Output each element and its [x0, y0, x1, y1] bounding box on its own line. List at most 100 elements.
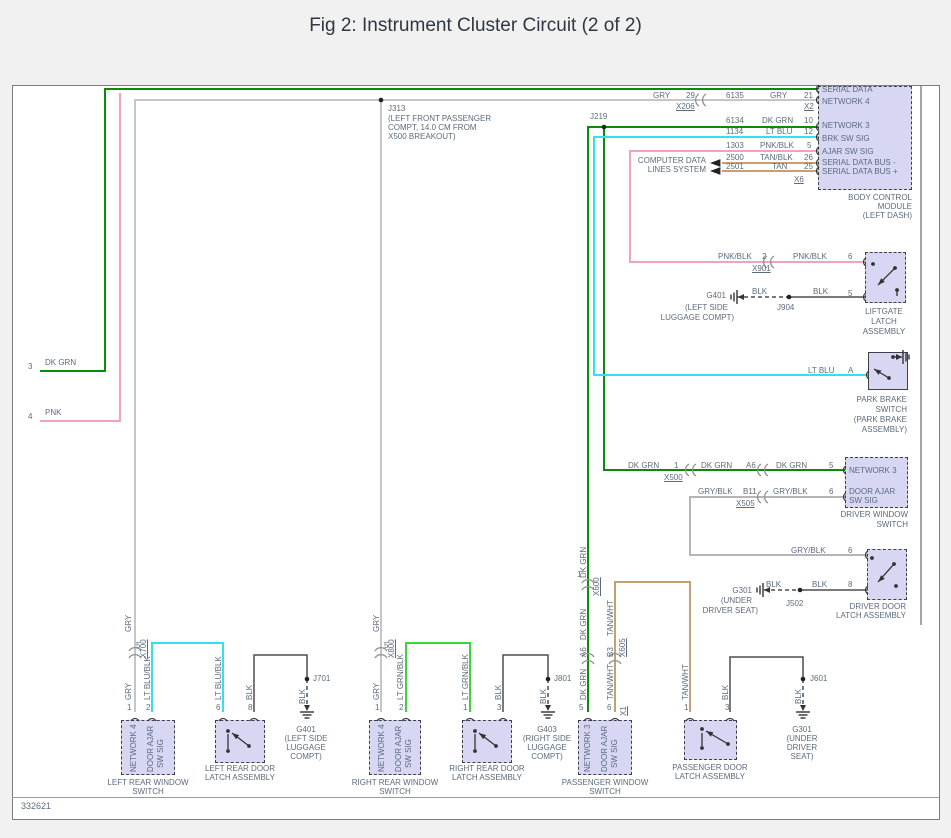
text-pnk-blk: PNK/BLK: [793, 252, 827, 261]
liftgate-latch-label: LIFTGATE: [809, 307, 951, 316]
text-21: 21: [804, 91, 813, 100]
pin-cup-25: [726, 719, 734, 721]
pws-pin-network-3: NETWORK 3: [583, 724, 592, 772]
text-a6: A6: [579, 647, 588, 657]
computer-data-arrow-1: [710, 159, 720, 167]
junction-j701-label: J701: [313, 674, 330, 683]
text-blk: BLK: [298, 689, 307, 704]
text-x800: X800: [387, 639, 396, 658]
text-sw-sig: SW SIG: [156, 739, 165, 768]
text-switch: SWITCH: [757, 405, 907, 414]
text-lt-blu-blk: LT BLU/BLK: [143, 656, 152, 700]
text-gry: GRY: [372, 615, 381, 632]
liftgate-latch-switch-contact-dot: [893, 266, 897, 270]
text-8: 8: [848, 580, 852, 589]
text-lt-blu-blk: LT BLU/BLK: [214, 656, 223, 700]
text-x500-breakout: X500 BREAKOUT): [388, 132, 456, 141]
text-module: MODULE: [762, 202, 912, 211]
text-b11: B11: [743, 487, 757, 496]
text-luggage-compt: LUGGAGE COMPT): [584, 313, 734, 322]
text-lines-system: LINES SYSTEM: [556, 165, 706, 174]
text-compt-14-0-cm-from: COMPT, 14.0 CM FROM: [388, 123, 476, 132]
text-blk: BLK: [752, 287, 767, 296]
text-dk-grn: DK GRN: [776, 461, 807, 470]
passenger-latch-switch: [700, 727, 730, 750]
driver-door-latch-switch: [870, 556, 898, 588]
text-2: 2: [762, 252, 766, 261]
text-dk-grn: DK GRN: [628, 461, 659, 470]
junction-j313-dot: [379, 98, 384, 103]
lrws-pin-network-4: NETWORK 4: [129, 724, 138, 772]
text-8: 8: [248, 703, 252, 712]
bcm-pin-network-4: NETWORK 4: [822, 97, 870, 106]
text-5: 5: [579, 703, 583, 712]
left-rear-door-latch-label: LEFT REAR DOOR: [165, 764, 315, 773]
text-lt-blu: LT BLU: [766, 127, 792, 136]
text-gry-blk: GRY/BLK: [791, 546, 826, 555]
ground-g401-bottom-label: G401: [231, 725, 381, 734]
dws-pin-network-3: NETWORK 3: [849, 466, 897, 475]
ground-g401-bottom-symbol-arrow: [304, 705, 310, 711]
text-blk: BLK: [766, 580, 781, 589]
left-pin-3: 3: [28, 362, 32, 371]
text-lt-grn-blk: LT GRN/BLK: [461, 654, 470, 700]
text-gry: GRY: [770, 91, 787, 100]
text-6: 6: [848, 546, 852, 555]
ground-g401-symbol-arrow: [738, 294, 744, 300]
text-1134: 1134: [726, 127, 743, 136]
text-x600: X600: [592, 577, 601, 596]
text-pnk-blk: PNK/BLK: [760, 141, 794, 150]
bcm-pin-ajar-sw-sig: AJAR SW SIG: [822, 147, 874, 156]
text-switch: SWITCH: [758, 520, 908, 529]
text-26: 26: [804, 153, 813, 162]
junction-j601-dot: [801, 677, 806, 682]
text-sw-sig: SW SIG: [849, 496, 878, 505]
driver-window-switch-label: DRIVER WINDOW: [758, 510, 908, 519]
liftgate-latch-switch: [871, 262, 899, 296]
text-luggage: LUGGAGE: [231, 743, 381, 752]
junction-j601-label: J601: [810, 674, 827, 683]
text-6: 6: [848, 252, 852, 261]
text-seat: SEAT): [727, 752, 877, 761]
text-latch-assembly: LATCH ASSEMBLY: [635, 772, 785, 781]
rrws-pin-network-4: NETWORK 4: [377, 724, 386, 772]
text-gry-blk: GRY/BLK: [698, 487, 733, 496]
pin-cup-23: [611, 719, 619, 721]
left-rear-latch-switch-contact-dot: [226, 749, 230, 753]
wire-gry-network4-rail: [135, 100, 818, 712]
text-park-brake: (PARK BRAKE: [757, 415, 907, 424]
park-brake-switch-label: PARK BRAKE: [757, 395, 907, 404]
rrws-pin-door-ajar: DOOR AJAR: [394, 726, 403, 772]
text-latch-assembly: LATCH ASSEMBLY: [756, 611, 906, 620]
junction-j502-dot: [798, 588, 803, 593]
text-x901: X901: [752, 264, 771, 273]
driver-door-latch-label: DRIVER DOOR: [756, 602, 906, 611]
text-1: 1: [684, 703, 688, 712]
text-tan-blk: TAN/BLK: [760, 153, 793, 162]
text-x206: X206: [676, 102, 695, 111]
text-gry: GRY: [124, 615, 133, 632]
wire-lt-blu-blk-left-rear: [152, 643, 223, 712]
right-rear-door-latch-label: RIGHT REAR DOOR: [412, 764, 562, 773]
text-left-front-passenger: (LEFT FRONT PASSENGER: [388, 114, 491, 123]
text-blk: BLK: [794, 689, 803, 704]
text-2501: 2501: [726, 162, 744, 171]
text-blk: BLK: [494, 685, 503, 700]
text-tan: TAN: [772, 162, 787, 171]
text-pnk: PNK: [45, 408, 61, 417]
text-latch: LATCH: [809, 317, 951, 326]
text-6: 6: [216, 703, 220, 712]
text-left-side: (LEFT SIDE: [231, 734, 381, 743]
text-under: (UNDER: [602, 596, 752, 605]
text-blk: BLK: [721, 685, 730, 700]
text-x2: X2: [804, 102, 814, 111]
text-29: 29: [686, 91, 695, 100]
lrws-pin-door-ajar: DOOR AJAR: [146, 726, 155, 772]
text-1: 1: [127, 703, 131, 712]
text-switch: SWITCH: [73, 787, 223, 796]
text-b3: B3: [606, 647, 615, 657]
text-gry: GRY: [653, 91, 670, 100]
pin-cup-22: [584, 719, 592, 721]
text-tan-wht: TAN/WHT: [606, 600, 615, 636]
bcm-label: BODY CONTROL: [762, 193, 912, 202]
